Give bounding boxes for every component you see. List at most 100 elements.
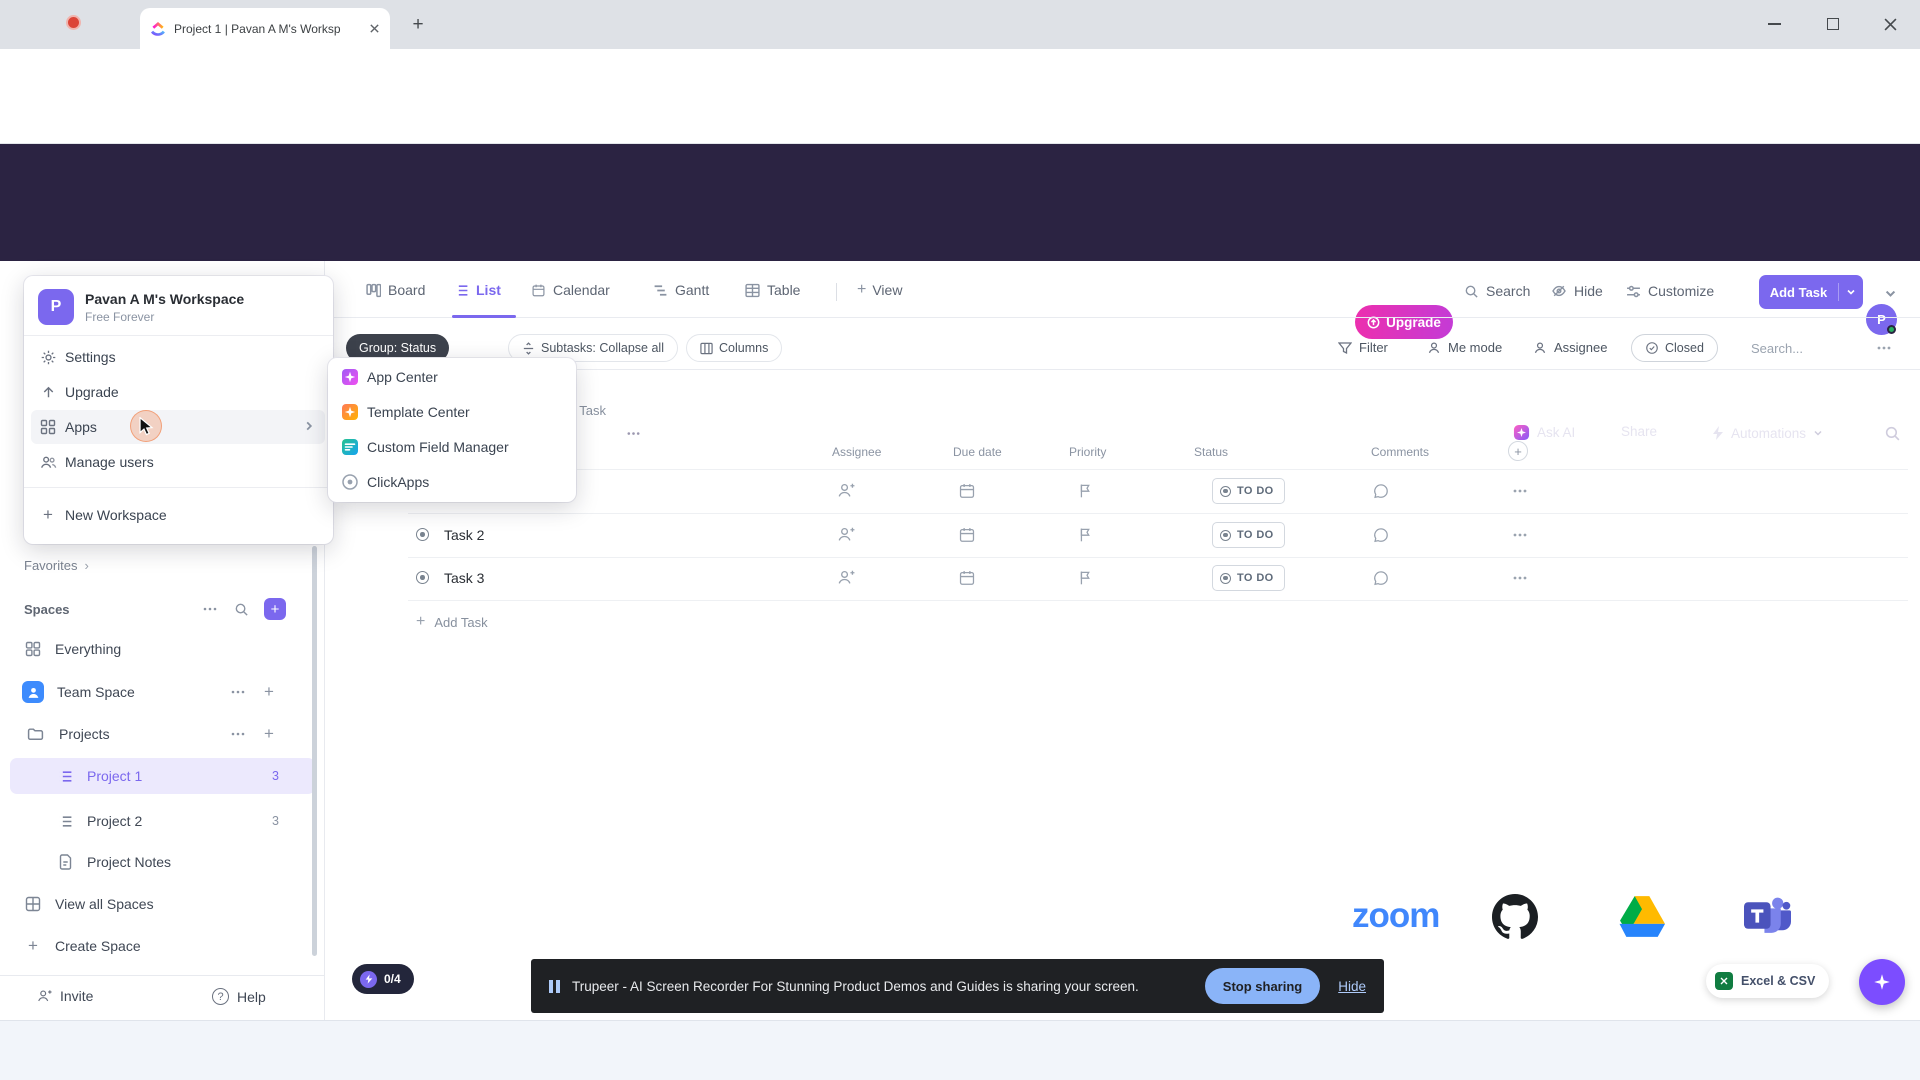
row-more-icon[interactable] — [1512, 527, 1528, 543]
add-task-dropdown-icon[interactable] — [1839, 287, 1863, 297]
column-header-assignee[interactable]: Assignee — [832, 445, 881, 459]
task-status-circle-icon[interactable] — [416, 528, 429, 541]
status-badge[interactable]: TO DO — [1212, 478, 1285, 504]
workspace-menu-header[interactable]: P Pavan A M's Workspace Free Forever — [38, 289, 244, 325]
assignee-add-icon[interactable] — [836, 568, 855, 587]
menu-item-manage-users[interactable]: Manage users — [31, 445, 325, 479]
status-badge[interactable]: TO DO — [1212, 522, 1285, 548]
topbar-search-icon[interactable] — [1884, 425, 1901, 442]
task-progress-pill[interactable]: 0/4 — [352, 964, 414, 994]
tab-gantt[interactable]: Gantt — [653, 282, 709, 298]
automations-button[interactable]: Automations — [1700, 417, 1836, 449]
menu-item-settings[interactable]: Settings — [31, 340, 325, 374]
column-header-due-date[interactable]: Due date — [953, 445, 1002, 459]
my-tasks-check-icon[interactable] — [1589, 310, 1608, 329]
new-tab-button[interactable]: + — [404, 11, 432, 39]
help-button[interactable]: ? Help — [212, 988, 266, 1005]
task-status-circle-icon[interactable] — [416, 571, 429, 584]
add-task-button[interactable]: Add Task — [1759, 275, 1863, 309]
menu-item-upgrade[interactable]: Upgrade — [31, 375, 325, 409]
add-column-button[interactable]: + — [1508, 441, 1528, 461]
assignee-add-icon[interactable] — [836, 481, 855, 500]
comment-icon[interactable] — [1372, 526, 1390, 544]
share-button[interactable]: Share — [1621, 424, 1657, 439]
filter-button[interactable]: Filter — [1338, 340, 1388, 355]
browser-tab[interactable]: Project 1 | Pavan A M's Worksp — [140, 8, 390, 49]
tab-list[interactable]: List — [454, 282, 501, 298]
add-view-button[interactable]: + View — [857, 282, 902, 299]
sidebar-item-team-space[interactable]: Team Space + — [0, 672, 325, 712]
projects-more-icon[interactable] — [230, 726, 246, 742]
window-minimize-button[interactable] — [1768, 23, 1781, 25]
column-header-priority[interactable]: Priority — [1069, 445, 1106, 459]
clip-video-icon[interactable] — [1684, 312, 1704, 328]
hide-banner-link[interactable]: Hide — [1338, 979, 1366, 994]
sidebar-item-project1[interactable]: Project 1 3 — [10, 758, 315, 794]
window-close-button[interactable] — [1884, 18, 1897, 31]
collapse-header-chevron-icon[interactable] — [1884, 287, 1897, 300]
task-name[interactable]: Task 3 — [444, 570, 484, 586]
comment-icon[interactable] — [1372, 569, 1390, 587]
menu-item-apps[interactable]: Apps — [31, 410, 325, 444]
due-date-icon[interactable] — [958, 526, 976, 544]
breadcrumb-more-icon[interactable] — [626, 426, 641, 441]
column-header-status[interactable]: Status — [1194, 445, 1228, 459]
assignee-filter-button[interactable]: Assignee — [1533, 340, 1607, 355]
status-badge[interactable]: TO DO — [1212, 565, 1285, 591]
sidebar-scrollbar[interactable] — [312, 546, 317, 956]
toolbar-search-input[interactable]: Search... — [1751, 341, 1803, 356]
spaces-search-icon[interactable] — [234, 602, 249, 617]
tab-table[interactable]: Table — [745, 282, 800, 298]
sidebar-item-project2[interactable]: Project 2 3 — [0, 801, 325, 841]
due-date-icon[interactable] — [958, 569, 976, 587]
toolbar-more-icon[interactable] — [1876, 340, 1892, 356]
invite-button[interactable]: Invite — [36, 988, 93, 1004]
columns-button[interactable]: Columns — [686, 334, 783, 362]
priority-flag-icon[interactable] — [1077, 526, 1094, 543]
window-maximize-button[interactable] — [1827, 18, 1839, 30]
favorites-section[interactable]: Favorites › — [0, 552, 325, 578]
row-more-icon[interactable] — [1512, 570, 1528, 586]
team-space-more-icon[interactable] — [230, 684, 246, 700]
spaces-more-icon[interactable] — [202, 601, 218, 617]
notepad-icon[interactable] — [1638, 310, 1656, 329]
team-space-add-icon[interactable]: + — [264, 682, 274, 702]
ask-ai-button[interactable]: Ask AI — [1513, 424, 1575, 441]
ai-button[interactable]: AI — [1150, 311, 1186, 328]
comment-icon[interactable] — [1372, 482, 1390, 500]
app-grid-icon[interactable] — [1775, 311, 1793, 329]
hide-button[interactable]: Hide — [1551, 283, 1603, 299]
priority-flag-icon[interactable] — [1077, 482, 1094, 499]
sidebar-item-project-notes[interactable]: Project Notes — [0, 842, 325, 882]
submenu-item-clickapps[interactable]: ClickApps — [333, 465, 571, 499]
customize-button[interactable]: Customize — [1626, 283, 1714, 299]
projects-add-icon[interactable]: + — [264, 724, 274, 744]
add-space-button[interactable]: + — [264, 598, 286, 620]
due-date-icon[interactable] — [958, 482, 976, 500]
assignee-add-icon[interactable] — [836, 525, 855, 544]
assistant-fab[interactable] — [1859, 959, 1905, 1005]
menu-item-new-workspace[interactable]: + New Workspace — [31, 498, 325, 532]
column-header-comments[interactable]: Comments — [1371, 445, 1429, 459]
user-avatar[interactable]: P — [1866, 304, 1897, 335]
upgrade-button[interactable]: Upgrade — [1355, 305, 1453, 339]
excel-csv-button[interactable]: Excel & CSV — [1706, 964, 1830, 998]
stop-sharing-button[interactable]: Stop sharing — [1204, 968, 1321, 1004]
notifications-bell-icon[interactable] — [1729, 310, 1748, 329]
global-search-input[interactable]: Search... — [735, 304, 1127, 342]
submenu-item-custom-field-manager[interactable]: Custom Field Manager — [333, 430, 571, 464]
row-more-icon[interactable] — [1512, 483, 1528, 499]
view-search-button[interactable]: Search — [1464, 283, 1530, 299]
tab-close-icon[interactable] — [369, 23, 380, 34]
recording-indicator-icon[interactable] — [66, 15, 81, 30]
sidebar-item-everything[interactable]: Everything — [0, 629, 325, 669]
sidebar-item-create-space[interactable]: + Create Space — [0, 926, 325, 966]
closed-toggle[interactable]: Closed — [1631, 334, 1718, 362]
sidebar-item-projects-folder[interactable]: Projects + — [0, 714, 325, 754]
add-task-row-button[interactable]: + Add Task — [416, 614, 488, 630]
task-name[interactable]: Task 2 — [444, 527, 484, 543]
submenu-item-template-center[interactable]: Template Center — [333, 395, 571, 429]
priority-flag-icon[interactable] — [1077, 569, 1094, 586]
tab-calendar[interactable]: Calendar — [531, 282, 610, 298]
me-mode-button[interactable]: Me mode — [1427, 340, 1502, 355]
